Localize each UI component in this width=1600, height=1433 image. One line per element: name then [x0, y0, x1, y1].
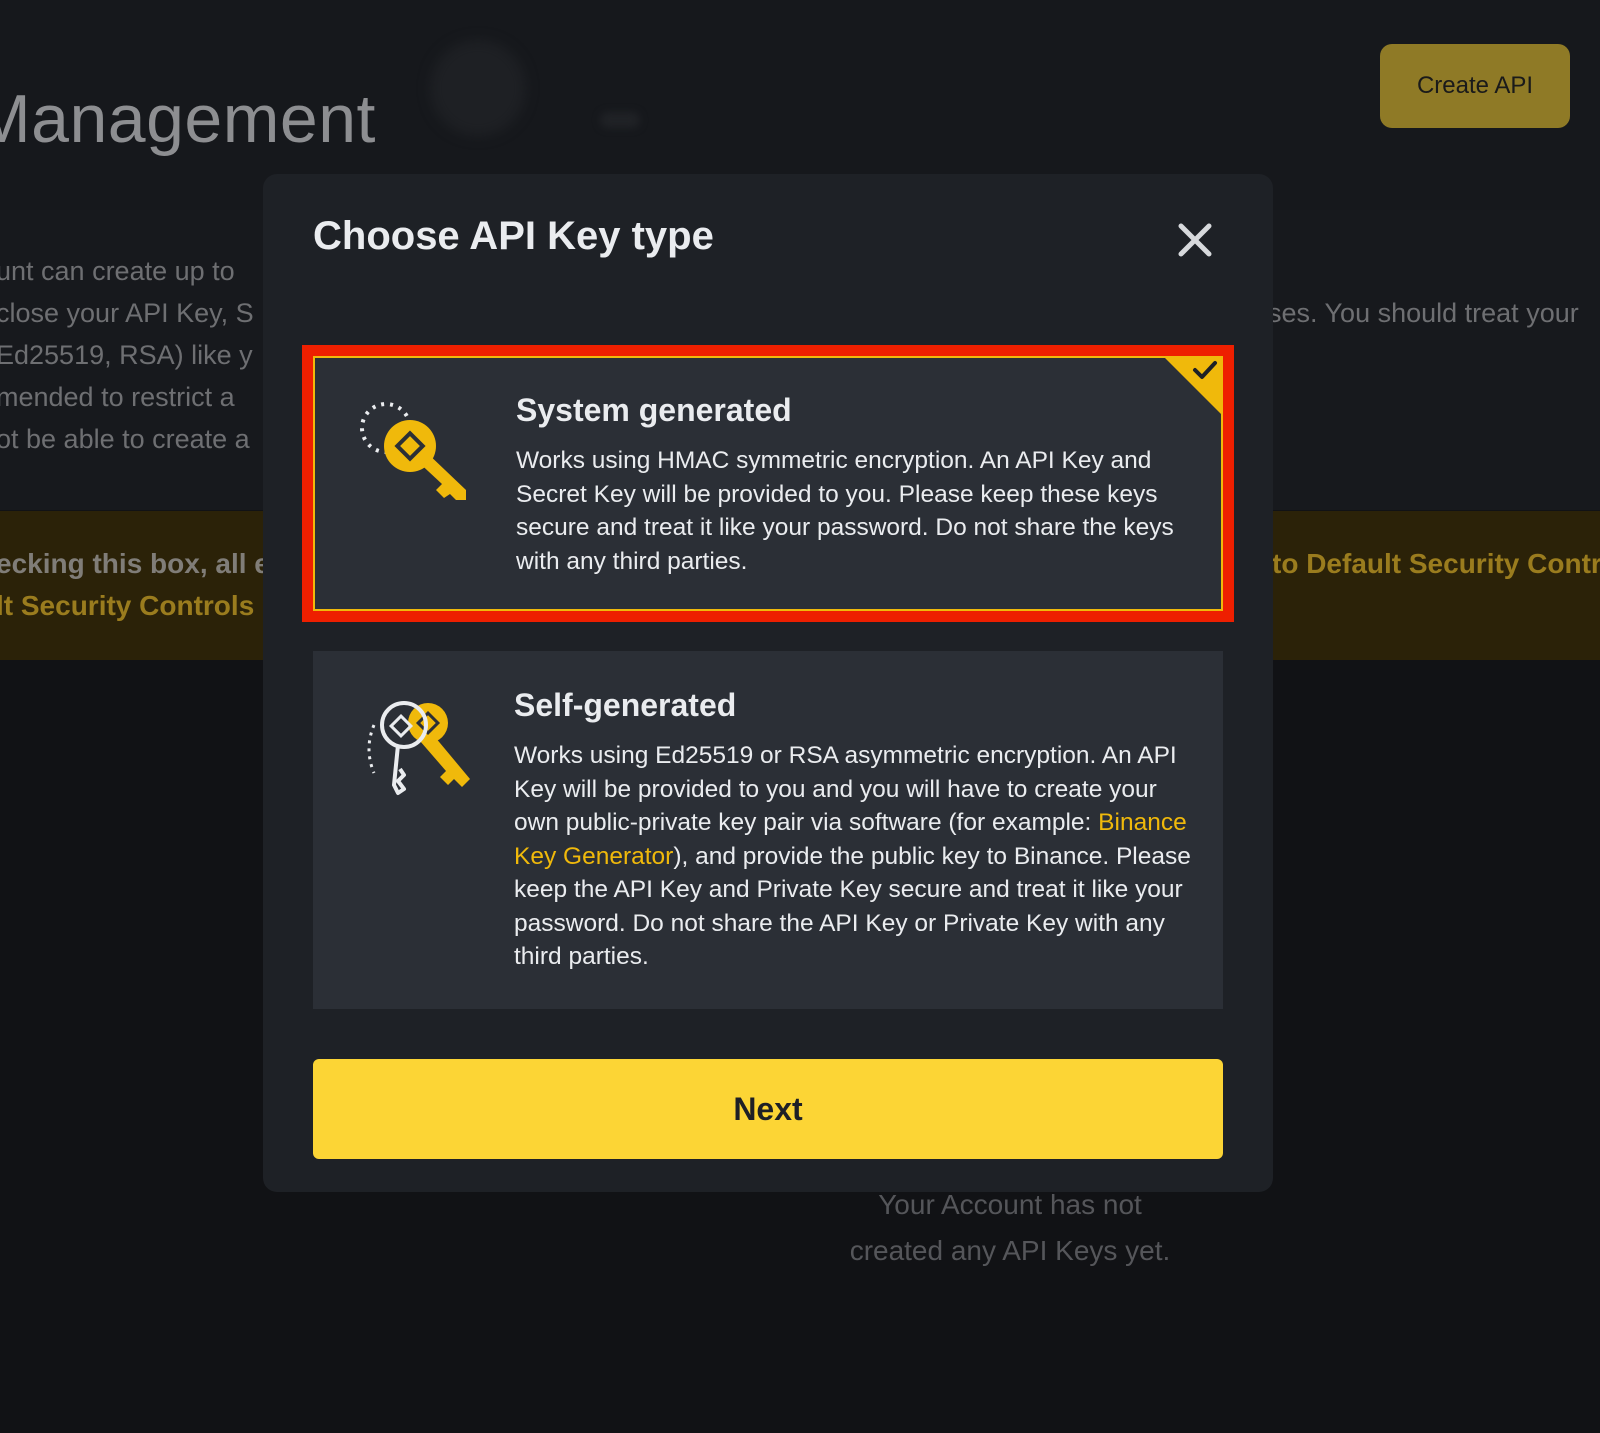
option-system-generated[interactable]: System generated Works using HMAC symmet… [302, 345, 1234, 622]
option-self-generated[interactable]: Self-generated Works using Ed25519 or RS… [313, 651, 1223, 1009]
keys-pair-icon [367, 701, 470, 795]
description-text: Works using Ed25519 or RSA asymmetric en… [514, 742, 1177, 836]
option-title: System generated [516, 392, 792, 428]
empty-state-line: created any API Keys yet. [849, 1235, 1171, 1266]
info-line: close your API Key, S [0, 298, 254, 328]
empty-state: Your Account has not created any API Key… [790, 1182, 1230, 1274]
info-line: Ed25519, RSA) like y [0, 340, 253, 370]
create-api-button[interactable]: Create API [1380, 44, 1570, 128]
warning-link-line: to Default Security Contr [1272, 548, 1600, 579]
close-icon [1178, 223, 1212, 257]
option-title: Self-generated [514, 687, 737, 723]
modal-title: Choose API Key type [313, 214, 714, 258]
blurred-avatar [430, 40, 526, 136]
warning-link-line: lt Security Controls I [0, 590, 270, 621]
option-description: Works using HMAC symmetric encryption. A… [516, 447, 1174, 575]
info-line: unt can create up to [0, 256, 235, 286]
warning-line: ecking this box, all e [0, 548, 270, 579]
key-icon [360, 402, 466, 500]
info-line: ot be able to create a [0, 424, 250, 454]
close-button[interactable] [1173, 218, 1217, 262]
selected-check-icon [1163, 356, 1223, 416]
choose-api-key-type-modal: Choose API Key type System generated Wor… [263, 174, 1273, 1192]
next-button[interactable]: Next [313, 1059, 1223, 1159]
page-title: Management [0, 81, 376, 157]
option-description: Works using Ed25519 or RSA asymmetric en… [514, 739, 1194, 974]
blurred-badge [600, 112, 640, 128]
info-line: ses. You should treat your [1268, 298, 1579, 328]
info-line: mended to restrict a [0, 382, 235, 412]
